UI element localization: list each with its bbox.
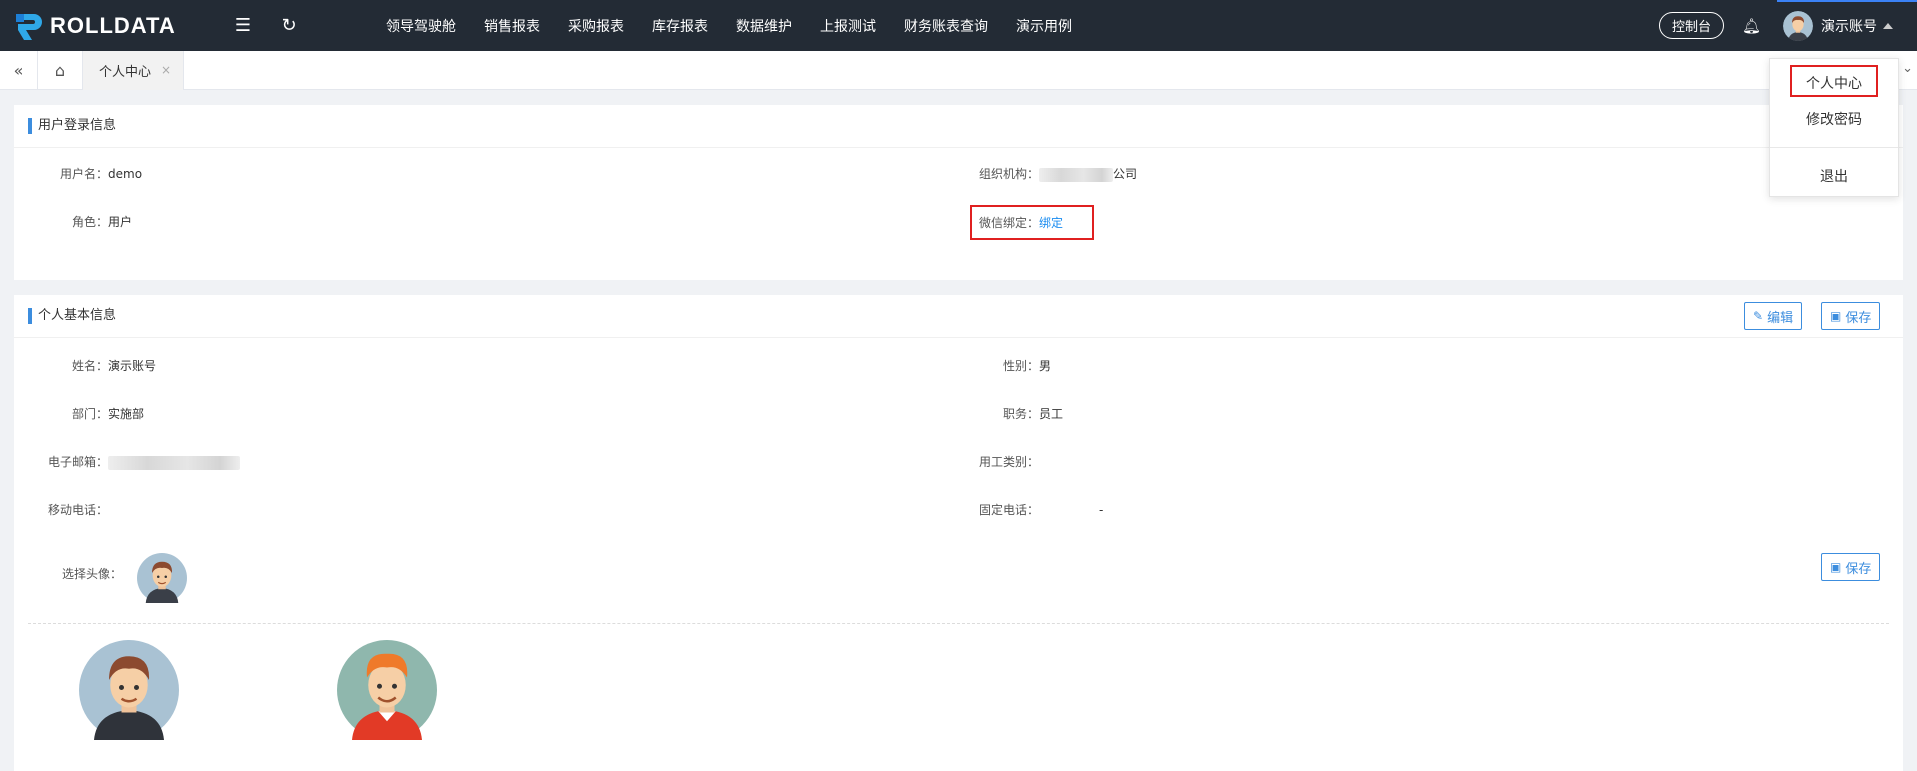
name-field: 姓名：演示账号 — [72, 357, 156, 374]
highlight-box — [1790, 65, 1878, 97]
redacted-value — [1039, 167, 1114, 182]
login-info-card: 用户登录信息 用户名：demo 角色：用户 组织机构： 公司 微信绑定：绑定 — [14, 105, 1903, 280]
save-icon: ▣ — [1830, 560, 1842, 574]
nav-item-dashboard[interactable]: 领导驾驶舱 — [372, 16, 470, 36]
dashed-divider — [28, 623, 1889, 624]
console-button[interactable]: 控制台 — [1658, 12, 1724, 39]
home-icon[interactable]: ⌂ — [38, 50, 83, 90]
redacted-value — [108, 455, 241, 470]
avatar-option-2-icon — [337, 640, 437, 740]
nav-item-sales-report[interactable]: 销售报表 — [470, 16, 554, 36]
section-title: 个人基本信息 — [28, 308, 116, 324]
tab-label: 个人中心 — [99, 64, 152, 80]
phone-label: 固定电话： — [979, 503, 1040, 517]
divider — [14, 337, 1903, 338]
rolldata-logo-icon — [16, 13, 42, 40]
caret-up-icon — [1883, 22, 1893, 29]
menu-divider — [1770, 147, 1898, 148]
phone-value: - — [1099, 503, 1104, 517]
save-label: 保存 — [1845, 310, 1872, 326]
edit-label: 编辑 — [1767, 310, 1794, 326]
name-value: 演示账号 — [108, 359, 157, 373]
phone-field: 固定电话： - — [979, 501, 1103, 518]
dept-label: 部门： — [72, 407, 109, 421]
current-avatar[interactable] — [137, 553, 187, 603]
employment-field: 用工类别： — [979, 453, 1039, 470]
save-button[interactable]: ▣ 保存 — [1821, 302, 1881, 330]
username-field: 用户名：demo — [60, 165, 142, 182]
divider — [14, 147, 1903, 148]
email-label: 电子邮箱： — [48, 455, 109, 469]
menu-item-change-password[interactable]: 修改密码 — [1770, 109, 1898, 129]
nav-item-report-test[interactable]: 上报测试 — [806, 16, 890, 36]
section-title: 用户登录信息 — [28, 118, 116, 134]
pencil-icon: ✎ — [1753, 309, 1764, 323]
nav-item-purchase-report[interactable]: 采购报表 — [554, 16, 638, 36]
position-field: 职务：员工 — [1003, 405, 1063, 422]
highlight-box — [970, 205, 1094, 240]
avatar-select-field: 选择头像： — [62, 565, 122, 582]
edit-button[interactable]: ✎ 编辑 — [1744, 302, 1803, 330]
save-icon: ▣ — [1830, 309, 1842, 323]
avatar-option-2[interactable] — [337, 640, 437, 740]
dept-field: 部门：实施部 — [72, 405, 144, 422]
role-field: 角色：用户 — [72, 213, 132, 230]
employment-label: 用工类别： — [979, 455, 1040, 469]
menu-toggle-icon[interactable]: ☰ — [220, 0, 266, 51]
refresh-icon[interactable]: ↻ — [266, 0, 312, 51]
user-dropdown-menu: 个人中心 修改密码 退出 — [1769, 58, 1899, 197]
nav-item-finance-query[interactable]: 财务账表查询 — [890, 16, 1002, 36]
menu-item-logout[interactable]: 退出 — [1770, 166, 1898, 186]
org-label: 组织机构： — [979, 167, 1040, 181]
role-label: 角色： — [72, 215, 109, 229]
current-avatar-icon — [137, 553, 187, 603]
bell-icon[interactable]: 🔔︎ — [1742, 17, 1761, 35]
email-field: 电子邮箱： — [48, 453, 241, 470]
close-icon[interactable]: × — [161, 63, 171, 77]
tab-bar: « ⌂ 个人中心 × ⌄ — [0, 50, 1917, 90]
user-name: 演示账号 — [1821, 18, 1877, 35]
user-menu-trigger[interactable]: 演示账号 — [1783, 10, 1893, 41]
username-value: demo — [108, 167, 143, 181]
position-label: 职务： — [1003, 407, 1040, 421]
avatar-save-button[interactable]: ▣ 保存 — [1821, 553, 1881, 581]
avatar-option-1[interactable] — [79, 640, 179, 740]
avatar-option-1-icon — [79, 640, 179, 740]
mobile-label: 移动电话： — [48, 503, 109, 517]
chevron-down-icon[interactable]: ⌄ — [1902, 61, 1913, 76]
org-value-suffix: 公司 — [1113, 167, 1138, 181]
name-label: 姓名： — [72, 359, 109, 373]
position-value: 员工 — [1039, 407, 1064, 421]
main-nav: 领导驾驶舱 销售报表 采购报表 库存报表 数据维护 上报测试 财务账表查询 演示… — [372, 0, 1086, 51]
gender-value: 男 — [1039, 359, 1052, 373]
top-navbar: ROLLDATA ☰ ↻ 领导驾驶舱 销售报表 采购报表 库存报表 数据维护 上… — [0, 0, 1917, 51]
nav-item-data-maintenance[interactable]: 数据维护 — [722, 16, 806, 36]
role-value: 用户 — [108, 215, 133, 229]
user-avatar-icon — [1783, 10, 1813, 41]
basic-info-card: 个人基本信息 ✎ 编辑 ▣ 保存 姓名：演示账号 部门：实施部 电子邮箱： 移动电话… — [14, 295, 1903, 771]
brand-logo[interactable]: ROLLDATA — [0, 10, 220, 42]
avatar — [1783, 10, 1813, 41]
avatar-select-label: 选择头像： — [62, 567, 123, 581]
top-accent-bar — [1777, 0, 1917, 2]
username-label: 用户名： — [60, 167, 109, 181]
gender-label: 性别： — [1003, 359, 1040, 373]
avatar-save-label: 保存 — [1845, 561, 1872, 577]
nav-item-inventory-report[interactable]: 库存报表 — [638, 16, 722, 36]
org-field: 组织机构： 公司 — [979, 165, 1137, 182]
tab-personal-center[interactable]: 个人中心 × — [83, 50, 185, 90]
gender-field: 性别：男 — [1003, 357, 1051, 374]
brand-name: ROLLDATA — [50, 12, 176, 38]
dept-value: 实施部 — [108, 407, 145, 421]
mobile-field: 移动电话： — [48, 501, 108, 518]
collapse-tabs-icon[interactable]: « — [0, 50, 38, 90]
nav-item-demo-cases[interactable]: 演示用例 — [1002, 16, 1086, 36]
